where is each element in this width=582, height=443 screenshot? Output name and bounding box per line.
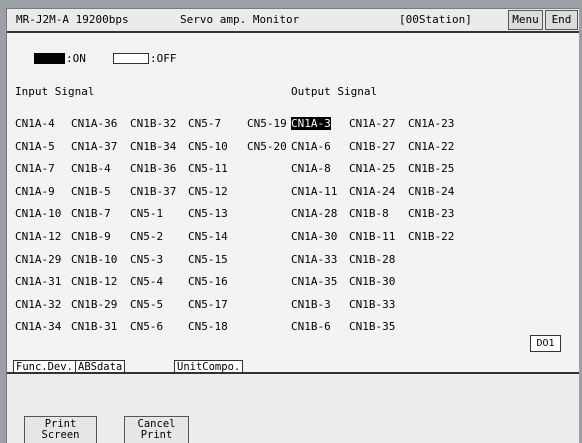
- input-signal: CN1A-7: [15, 162, 55, 176]
- input-signal: CN5-20: [247, 139, 287, 153]
- output-signal: CN1B-24: [408, 184, 455, 198]
- input-signal: CN5-19: [247, 117, 287, 130]
- title-bar: MR-J2M-A 19200bps Servo amp. Monitor [00…: [7, 9, 579, 33]
- output-signal: CN1B-3: [291, 297, 331, 311]
- input-signal: CN1A-29: [15, 252, 62, 266]
- input-signal: CN5-14: [188, 230, 228, 243]
- do1-button[interactable]: DO1: [530, 335, 561, 352]
- input-signal: CN1B-32: [130, 117, 177, 130]
- output-signal: CN1A-6: [291, 139, 331, 153]
- input-signal: CN1A-12: [15, 230, 62, 243]
- input-signal: CN1B-4: [71, 162, 111, 176]
- input-signal: CN5-2: [130, 230, 164, 243]
- input-signal: CN1B-34: [130, 139, 177, 153]
- legend-on-label: :ON: [66, 52, 86, 65]
- output-signal: CN1B-30: [349, 275, 396, 289]
- output-signal: CN1A-11: [291, 184, 338, 198]
- print-screen-line2: Screen: [41, 429, 80, 441]
- input-signal: CN1A-37: [71, 139, 118, 153]
- output-signal: CN1A-22: [408, 139, 455, 153]
- output-signal: CN1A-28: [291, 207, 338, 221]
- input-signal: CN5-18: [188, 320, 228, 334]
- output-signal-heading: Output Signal: [291, 85, 378, 98]
- output-signal: CN1B-6: [291, 320, 331, 334]
- input-signal: CN1B-12: [71, 275, 118, 289]
- legend-off-label: :OFF: [150, 52, 177, 65]
- input-signal: CN1B-36: [130, 162, 177, 176]
- input-signal: CN1B-10: [71, 252, 118, 266]
- input-signal: CN5-16: [188, 275, 228, 289]
- output-signal: CN1B-27: [349, 139, 396, 153]
- input-signal: CN5-13: [188, 207, 228, 221]
- input-signal: CN5-1: [130, 207, 164, 221]
- menu-button[interactable]: Menu: [508, 10, 543, 30]
- output-signal: CN1B-25: [408, 162, 455, 176]
- input-signal: CN5-15: [188, 252, 228, 266]
- input-signal: CN1B-9: [71, 230, 111, 243]
- cancel-print-line2: Print: [140, 429, 173, 441]
- output-signal: CN1B-28: [349, 252, 396, 266]
- input-signal-heading: Input Signal: [15, 85, 95, 98]
- output-signal: CN1B-23: [408, 207, 455, 221]
- input-signal: CN5-17: [188, 297, 228, 311]
- window-title: Servo amp. Monitor: [180, 13, 300, 26]
- input-signal: CN1B-7: [71, 207, 111, 221]
- input-signal: CN1A-5: [15, 139, 55, 153]
- input-signal: CN1A-10: [15, 207, 62, 221]
- input-signal: CN5-7: [188, 117, 222, 130]
- output-signal: CN1A-35: [291, 275, 338, 289]
- output-signal: CN1A-23: [408, 117, 455, 130]
- input-signal: CN5-12: [188, 184, 228, 198]
- cancel-print-button[interactable]: Cancel Print: [124, 416, 189, 443]
- input-signal: CN1B-5: [71, 184, 111, 198]
- output-signal: CN1A-33: [291, 252, 338, 266]
- end-button[interactable]: End: [545, 10, 578, 30]
- output-signal: CN1B-8: [349, 207, 389, 221]
- input-signal: CN1A-4: [15, 117, 55, 130]
- input-signal: CN5-3: [130, 252, 164, 266]
- input-signal: CN5-5: [130, 297, 164, 311]
- print-screen-button[interactable]: Print Screen: [24, 416, 97, 443]
- device-info: MR-J2M-A 19200bps: [16, 13, 129, 26]
- output-signal: CN1B-33: [349, 297, 396, 311]
- input-signal: CN5-6: [130, 320, 164, 334]
- input-signal: CN1B-29: [71, 297, 118, 311]
- output-signal: CN1A-24: [349, 184, 396, 198]
- station-label: [00Station]: [399, 13, 472, 26]
- input-signal: CN5-4: [130, 275, 164, 289]
- input-signal: CN1A-9: [15, 184, 55, 198]
- input-signal: CN5-10: [188, 139, 228, 153]
- output-signal: CN1B-22: [408, 230, 455, 243]
- input-signal: CN1A-36: [71, 117, 118, 130]
- legend-on-swatch: [34, 53, 65, 64]
- input-signal: CN1B-37: [130, 184, 177, 198]
- input-signal: CN5-11: [188, 162, 228, 176]
- input-signal: CN1A-34: [15, 320, 62, 334]
- output-signal: CN1A-8: [291, 162, 331, 176]
- output-signal: CN1B-11: [349, 230, 396, 243]
- input-signal: CN1A-31: [15, 275, 62, 289]
- output-signal: CN1A-3: [291, 117, 331, 130]
- legend-off-swatch: [113, 53, 149, 64]
- input-signal: CN1A-32: [15, 297, 62, 311]
- input-signal: CN1B-31: [71, 320, 118, 334]
- output-signal: CN1A-25: [349, 162, 396, 176]
- output-signal: CN1A-30: [291, 230, 338, 243]
- output-signal: CN1B-35: [349, 320, 396, 334]
- monitor-screen: MR-J2M-A 19200bps Servo amp. Monitor [00…: [6, 8, 579, 443]
- output-signal: CN1A-27: [349, 117, 396, 130]
